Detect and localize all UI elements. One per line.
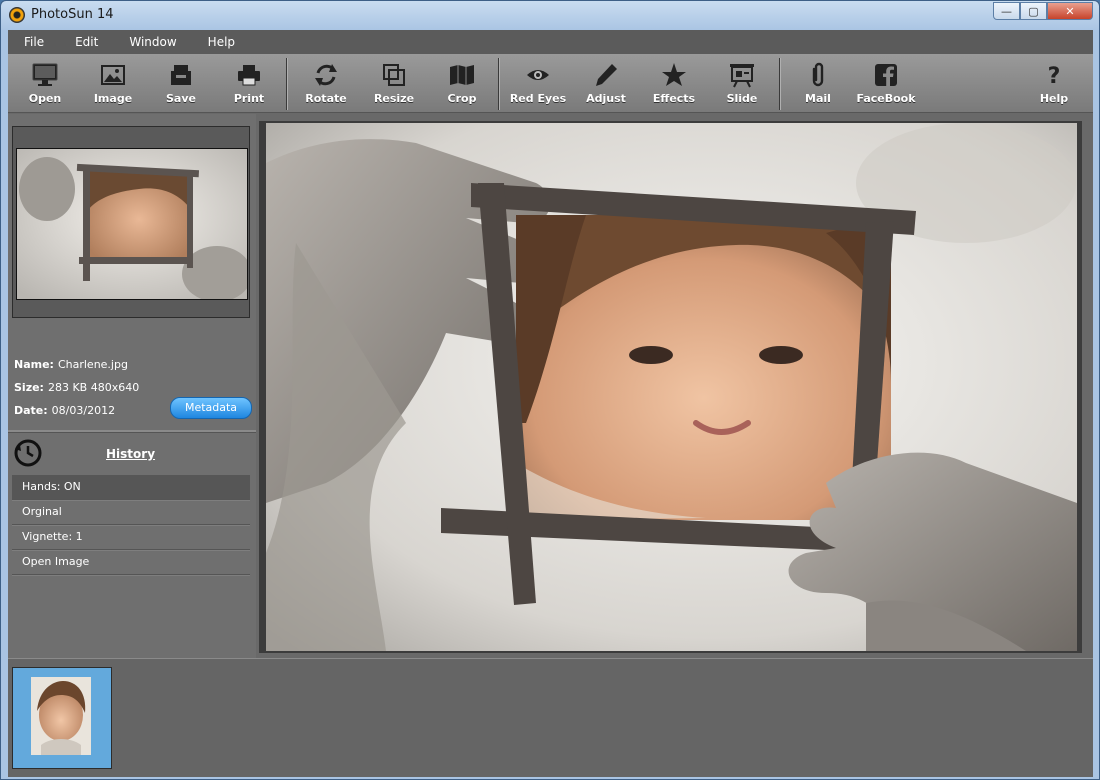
maximize-icon: ▢	[1028, 4, 1039, 18]
title-bar[interactable]: PhotoSun 14 — ▢ ✕	[1, 1, 1099, 29]
window-title: PhotoSun 14	[31, 7, 114, 22]
mail-button[interactable]: Mail	[784, 54, 852, 112]
image-button[interactable]: Image	[79, 54, 147, 112]
menu-file[interactable]: File	[8, 35, 59, 49]
facebook-icon	[874, 58, 898, 92]
crop-map-icon	[448, 58, 476, 92]
adjust-button[interactable]: Adjust	[572, 54, 640, 112]
rotate-icon	[312, 58, 340, 92]
monitor-icon	[31, 58, 59, 92]
history-item[interactable]: Vignette: 1	[12, 525, 250, 550]
rotate-button[interactable]: Rotate	[292, 54, 360, 112]
maximize-button[interactable]: ▢	[1020, 2, 1047, 20]
effects-button[interactable]: Effects	[640, 54, 708, 112]
panel-divider	[8, 430, 256, 433]
slide-button[interactable]: Slide	[708, 54, 776, 112]
slideshow-icon	[728, 58, 756, 92]
left-panel: Name: Charlene.jpg Size: 283 KB 480x640 Da…	[8, 114, 256, 660]
file-size: 283 KB 480x640	[47, 381, 140, 394]
app-window: PhotoSun 14 — ▢ ✕ File Edit Window Help …	[0, 0, 1100, 780]
app-logo-icon	[9, 7, 25, 23]
crop-button[interactable]: Crop	[428, 54, 496, 112]
close-icon: ✕	[1065, 4, 1075, 18]
history-clock-icon	[14, 439, 42, 467]
eye-icon	[525, 58, 551, 92]
facebook-button[interactable]: FaceBook	[852, 54, 920, 112]
minimize-button[interactable]: —	[993, 2, 1020, 20]
printer-icon	[236, 58, 262, 92]
preview-image[interactable]	[16, 148, 248, 300]
history-list: Hands: ON Orginal Vignette: 1 Open Image	[12, 475, 250, 575]
menu-window[interactable]: Window	[113, 35, 191, 49]
resize-button[interactable]: Resize	[360, 54, 428, 112]
minimize-icon: —	[1001, 4, 1012, 18]
question-icon: ?	[1044, 58, 1064, 92]
file-date-row: Date: 08/03/2012	[14, 404, 116, 417]
toolbar: Open Image Save Print Rotate Resize Crop…	[8, 54, 1093, 113]
preview-frame	[12, 126, 250, 318]
file-name: Charlene.jpg	[57, 358, 128, 371]
print-button[interactable]: Print	[215, 54, 283, 112]
app-client: File Edit Window Help Open Image Save Pr…	[8, 30, 1093, 777]
history-title[interactable]: History	[106, 447, 155, 461]
filmstrip	[8, 658, 1093, 777]
history-item[interactable]: Hands: ON	[12, 475, 250, 500]
menu-help[interactable]: Help	[192, 35, 250, 49]
save-button[interactable]: Save	[147, 54, 215, 112]
open-button[interactable]: Open	[11, 54, 79, 112]
main-canvas	[259, 121, 1082, 653]
paperclip-icon	[808, 58, 828, 92]
file-date: 08/03/2012	[51, 404, 116, 417]
resize-icon	[381, 58, 407, 92]
menu-edit[interactable]: Edit	[59, 35, 113, 49]
svg-text:?: ?	[1048, 64, 1061, 89]
history-item[interactable]: Orginal	[12, 500, 250, 525]
help-button[interactable]: ? Help	[1020, 54, 1088, 112]
main-photo[interactable]	[266, 123, 1077, 651]
thumbnail-image	[31, 677, 91, 755]
file-name-row: Name: Charlene.jpg	[14, 358, 128, 371]
star-icon	[661, 58, 687, 92]
close-button[interactable]: ✕	[1047, 2, 1093, 20]
file-size-row: Size: 283 KB 480x640	[14, 381, 140, 394]
menu-bar: File Edit Window Help	[8, 30, 1093, 54]
history-item[interactable]: Open Image	[12, 550, 250, 575]
image-icon	[100, 58, 126, 92]
red-eyes-button[interactable]: Red Eyes	[504, 54, 572, 112]
metadata-button[interactable]: Metadata	[170, 397, 252, 419]
save-tray-icon	[168, 58, 194, 92]
filmstrip-thumbnail[interactable]	[12, 667, 112, 769]
pencil-icon	[593, 58, 619, 92]
